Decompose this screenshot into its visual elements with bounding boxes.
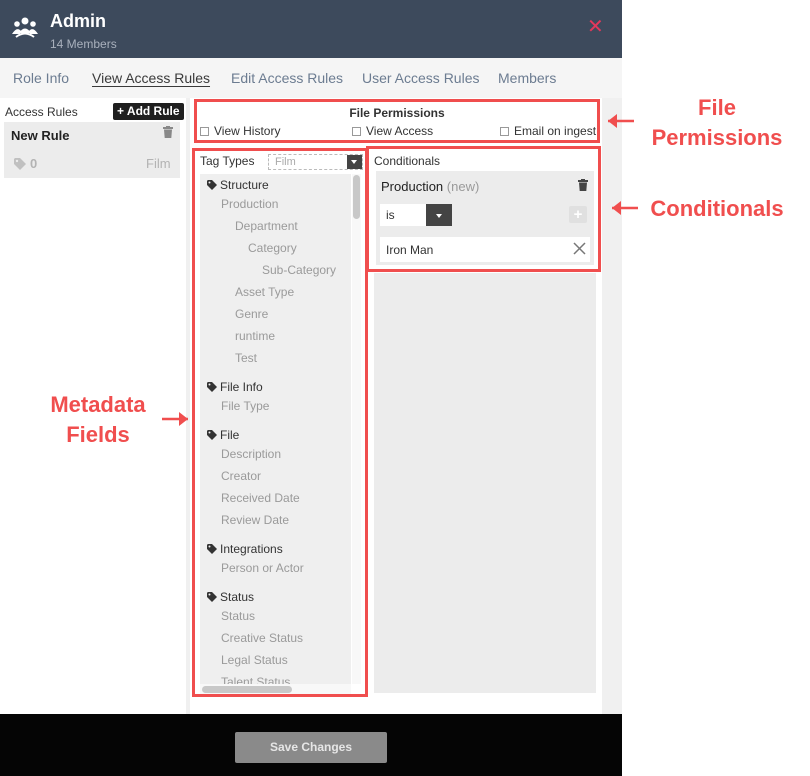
horizontal-scrollbar[interactable]	[200, 684, 351, 694]
rule-tag-count: 0	[30, 156, 38, 171]
tag-icon	[207, 544, 217, 554]
tree-field[interactable]: Asset Type	[235, 285, 294, 299]
metadata-fields-panel: Tag Types Film Structure Production Depa…	[192, 148, 368, 697]
tab-edit-access-rules[interactable]: Edit Access Rules	[231, 70, 343, 86]
conditional-value-field[interactable]: Iron Man	[380, 237, 590, 262]
operator-select[interactable]: is	[380, 204, 452, 226]
tab-view-access-rules[interactable]: View Access Rules	[92, 70, 210, 86]
close-icon[interactable]	[573, 242, 586, 255]
trash-icon[interactable]	[163, 126, 173, 138]
tree-group-label: Integrations	[220, 542, 283, 556]
metadata-fields-annotation: Metadata Fields	[50, 392, 146, 447]
tree-field[interactable]: Sub-Category	[262, 263, 336, 277]
view-access-checkbox[interactable]: View Access	[352, 124, 433, 138]
tree-group-label: Status	[220, 590, 255, 604]
trash-icon[interactable]	[578, 179, 588, 191]
file-permissions-annotation: File Permissions	[651, 95, 783, 150]
tree-field[interactable]: Received Date	[221, 491, 300, 505]
tree-field[interactable]: Description	[221, 447, 281, 461]
tab-bar: Role Info View Access Rules Edit Access …	[0, 58, 622, 98]
conditionals-annotation: Conditionals	[650, 196, 784, 221]
tree-field[interactable]: Creator	[221, 469, 261, 483]
tree-group-structure[interactable]: Structure	[207, 178, 269, 192]
checkbox-box[interactable]	[352, 127, 361, 136]
operator-value: is	[386, 208, 395, 222]
vertical-scrollbar[interactable]	[352, 174, 361, 684]
tree-field[interactable]: Category	[248, 241, 297, 255]
tab-user-access-rules[interactable]: User Access Rules	[362, 70, 479, 86]
scrollbar-thumb[interactable]	[353, 175, 360, 219]
tree-group-label: File	[220, 428, 240, 442]
conditional-field-name: Production	[381, 179, 444, 194]
tag-icon	[207, 180, 217, 190]
tag-types-select[interactable]: Film	[268, 154, 363, 170]
tree-group-file-info[interactable]: File Info	[207, 380, 263, 394]
tree-group-label: Structure	[220, 178, 269, 192]
tree-group-label: File Info	[220, 380, 263, 394]
tree-field[interactable]: Department	[235, 219, 298, 233]
tree-field[interactable]: Genre	[235, 307, 268, 321]
tree-field[interactable]: runtime	[235, 329, 275, 343]
conditional-field: Production (new)	[381, 179, 479, 194]
file-permissions-title: File Permissions	[349, 106, 445, 120]
arrow-right-icon	[162, 412, 188, 426]
tree-group-integrations[interactable]: Integrations	[207, 542, 283, 556]
tree-field[interactable]: Person or Actor	[221, 561, 304, 575]
tab-members[interactable]: Members	[498, 70, 556, 86]
member-count: 14 Members	[50, 37, 117, 51]
chevron-down-icon[interactable]	[426, 204, 452, 226]
conditionals-body	[374, 273, 596, 693]
view-history-checkbox[interactable]: View History	[200, 124, 280, 138]
modal-footer: Save Changes	[0, 714, 622, 776]
email-on-ingest-checkbox[interactable]: Email on ingest	[500, 124, 596, 138]
rule-editor: File Permissions View History View Acces…	[190, 98, 602, 714]
conditionals-panel: Conditionals Production (new) is + Iron …	[366, 146, 601, 272]
tag-icon	[207, 592, 217, 602]
tree-field[interactable]: Production	[221, 197, 278, 211]
file-permissions-panel: File Permissions View History View Acces…	[194, 99, 600, 143]
add-value-button[interactable]: +	[569, 206, 587, 223]
team-icon	[12, 17, 38, 38]
tree-group-file[interactable]: File	[207, 428, 239, 442]
add-rule-button[interactable]: + Add Rule	[113, 103, 184, 120]
tag-types-value: Film	[275, 156, 296, 168]
tag-icon	[14, 158, 26, 170]
modal-title: Admin	[50, 11, 106, 31]
modal-header: Admin 14 Members ✕	[0, 0, 622, 58]
tag-types-label: Tag Types	[200, 154, 255, 168]
tree-field[interactable]: Status	[221, 609, 255, 623]
checkbox-label: View History	[214, 124, 281, 138]
chevron-down-icon[interactable]	[347, 155, 362, 169]
metadata-tree: Structure Production Department Category…	[200, 174, 351, 684]
conditionals-title: Conditionals	[374, 154, 441, 168]
close-icon[interactable]: ✕	[587, 17, 604, 37]
page: Admin 14 Members ✕ Role Info View Access…	[0, 0, 810, 776]
conditional-field-state: (new)	[446, 179, 480, 194]
arrow-left-icon	[608, 114, 634, 128]
tab-role-info[interactable]: Role Info	[13, 70, 69, 86]
tree-field[interactable]: Talent Status	[221, 675, 290, 684]
checkbox-box[interactable]	[500, 127, 509, 136]
checkbox-label: View Access	[366, 124, 434, 138]
checkbox-box[interactable]	[200, 127, 209, 136]
rule-list-item[interactable]: New Rule 0 Film	[4, 122, 180, 178]
sidebar-title: Access Rules	[5, 105, 78, 119]
arrow-left-icon	[612, 201, 638, 215]
rule-name: New Rule	[11, 128, 70, 143]
tree-field[interactable]: Test	[235, 351, 257, 365]
tag-icon	[207, 430, 217, 440]
save-changes-button[interactable]: Save Changes	[235, 732, 387, 763]
rule-type: Film	[146, 156, 171, 171]
admin-modal: Admin 14 Members ✕ Role Info View Access…	[0, 0, 622, 776]
scrollbar-thumb[interactable]	[202, 686, 292, 693]
tree-field[interactable]: File Type	[221, 399, 269, 413]
tree-field[interactable]: Creative Status	[221, 631, 303, 645]
tree-group-status[interactable]: Status	[207, 590, 254, 604]
tree-field[interactable]: Legal Status	[221, 653, 288, 667]
conditional-value: Iron Man	[386, 243, 434, 257]
tag-icon	[207, 382, 217, 392]
tree-field[interactable]: Review Date	[221, 513, 289, 527]
conditional-card: Production (new) is + Iron Man	[376, 171, 594, 265]
checkbox-label: Email on ingest	[514, 124, 597, 138]
